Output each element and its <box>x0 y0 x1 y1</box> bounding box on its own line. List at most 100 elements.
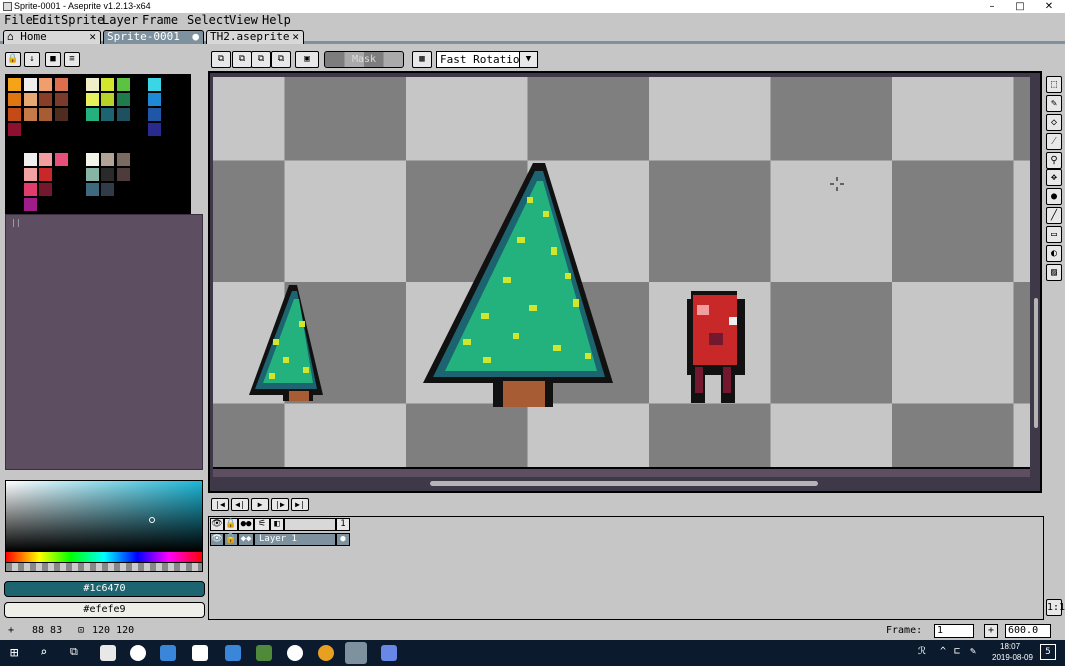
palette-swatch[interactable] <box>23 78 37 91</box>
palette-swatch[interactable] <box>39 108 52 121</box>
tab-home[interactable]: ⌂ Home ✕ <box>3 30 101 44</box>
horizontal-scrollbar[interactable] <box>430 481 818 486</box>
palette-swatch[interactable] <box>23 153 37 166</box>
last-frame-icon[interactable]: ▶| <box>291 498 309 511</box>
palette-swatch[interactable] <box>23 93 37 106</box>
sort-icon[interactable]: ↓ <box>24 52 40 67</box>
palette-swatch[interactable] <box>39 78 52 91</box>
selection-mode-replace-icon[interactable]: ⧉ <box>211 51 231 68</box>
resize-grip-icon[interactable]: || <box>11 218 21 227</box>
close-button[interactable]: ✕ <box>1035 0 1063 13</box>
rectangle-icon[interactable]: ▭ <box>1046 226 1062 243</box>
palette-swatch[interactable] <box>116 168 130 181</box>
maximize-button[interactable]: □ <box>1006 0 1034 13</box>
foreground-color[interactable]: #1c6470 <box>4 581 205 597</box>
store-icon[interactable] <box>100 645 116 661</box>
picker-cursor[interactable] <box>149 517 155 523</box>
background-color[interactable]: #efefe9 <box>4 602 205 618</box>
palette-grid[interactable] <box>5 74 191 214</box>
network-icon[interactable]: ⊏ <box>954 646 960 657</box>
pen-icon[interactable]: ✎ <box>970 646 976 657</box>
palette-swatch[interactable] <box>54 93 68 106</box>
tab-home-close-icon[interactable]: ✕ <box>89 31 96 43</box>
palette-swatch[interactable] <box>85 153 99 166</box>
palette-swatch[interactable] <box>116 153 130 166</box>
palette-swatch[interactable] <box>54 78 68 91</box>
palette-swatch[interactable] <box>23 108 37 121</box>
palette-swatch[interactable] <box>39 93 52 106</box>
palette-swatch[interactable] <box>8 93 21 106</box>
palette-swatch[interactable] <box>23 183 37 196</box>
menu-file[interactable]: File <box>4 13 33 28</box>
paint-bucket-icon[interactable]: ● <box>1046 188 1062 205</box>
palette-swatch[interactable] <box>23 168 37 181</box>
layer-visible-icon[interactable]: 👁 <box>210 533 224 546</box>
contour-icon[interactable]: ◐ <box>1046 245 1062 262</box>
menu-view[interactable]: View <box>229 13 258 28</box>
sprite-canvas[interactable] <box>213 77 1030 467</box>
palette-swatch[interactable] <box>85 183 99 196</box>
mail-icon[interactable] <box>192 645 208 661</box>
next-frame-icon[interactable]: |▶ <box>271 498 289 511</box>
task-view-icon[interactable]: ⧉ <box>70 645 86 661</box>
palette-swatch[interactable] <box>101 93 114 106</box>
vertical-scrollbar[interactable] <box>1034 298 1038 428</box>
frame-input[interactable]: 1 <box>934 624 974 638</box>
notification-icon[interactable]: 5 <box>1040 644 1056 660</box>
palette-swatch[interactable] <box>85 168 99 181</box>
line-icon[interactable]: ╱ <box>1046 207 1062 224</box>
tab-th2-close-icon[interactable]: ✕ <box>292 31 299 43</box>
play-icon[interactable]: ▶ <box>251 498 269 511</box>
menu-lines-icon[interactable]: ≡ <box>64 52 80 67</box>
menu-sprite[interactable]: Sprite <box>61 13 104 28</box>
selection-mode-intersect-icon[interactable]: ⧉ <box>271 51 291 68</box>
palette-swatch[interactable] <box>116 78 130 91</box>
palette-swatch[interactable] <box>116 93 130 106</box>
selection-mode-add-icon[interactable]: ⧉ <box>232 51 252 68</box>
layer-options-icon[interactable]: ⚟ <box>254 518 270 531</box>
first-frame-icon[interactable]: |◀ <box>211 498 229 511</box>
palette-swatch[interactable] <box>85 78 99 91</box>
windows-start-icon[interactable]: ⊞ <box>10 645 26 661</box>
menu-help[interactable]: Help <box>262 13 291 28</box>
palette-swatch[interactable] <box>101 183 114 196</box>
people-icon[interactable]: ℛ <box>918 646 926 657</box>
palette-swatch[interactable] <box>101 168 114 181</box>
menu-frame[interactable]: Frame <box>142 13 178 28</box>
layer-continuous-icon[interactable]: ◆◆ <box>238 533 254 546</box>
menu-select[interactable]: Select <box>187 13 230 28</box>
eyedropper-icon[interactable]: ⁄ <box>1046 133 1062 150</box>
lock-icon[interactable]: 🔒 <box>5 52 21 67</box>
palette-swatch[interactable] <box>147 93 161 106</box>
palette-square-icon[interactable]: ■ <box>45 52 61 67</box>
palette-swatch[interactable] <box>54 153 68 166</box>
tab-th2[interactable]: TH2.aseprite ✕ <box>206 30 304 44</box>
discord-icon[interactable] <box>381 645 397 661</box>
tab-sprite-0001[interactable]: Sprite-0001 ● <box>103 30 204 44</box>
selection-mode-subtract-icon[interactable]: ⧉ <box>251 51 271 68</box>
globe-icon[interactable] <box>287 645 303 661</box>
palette-swatch[interactable] <box>23 198 37 211</box>
onion-skin-icon[interactable]: ◧ <box>270 518 284 531</box>
palette-swatch[interactable] <box>85 108 99 121</box>
add-frame-button[interactable]: + <box>984 624 998 638</box>
palette-swatch[interactable] <box>8 108 21 121</box>
search-icon[interactable]: ⌕ <box>40 645 56 661</box>
palette-swatch[interactable] <box>8 123 21 136</box>
palette-swatch[interactable] <box>101 108 114 121</box>
rotation-algorithm-select[interactable]: Fast Rotation ▼ <box>436 51 538 68</box>
steam-icon[interactable] <box>130 645 146 661</box>
mask-color-button[interactable]: Mask <box>324 51 404 68</box>
hue-slider[interactable] <box>5 552 203 562</box>
zoom-reset-button[interactable]: 1:1 <box>1046 599 1065 616</box>
palette-swatch[interactable] <box>147 78 161 91</box>
zoom-icon[interactable]: ⚲ <box>1046 152 1062 169</box>
palette-swatch[interactable] <box>54 108 68 121</box>
minimize-button[interactable]: – <box>978 0 1006 13</box>
eraser-icon[interactable]: ◇ <box>1046 114 1062 131</box>
alpha-slider[interactable] <box>5 562 203 572</box>
chevron-down-icon[interactable]: ▼ <box>519 52 537 67</box>
frame-header-1[interactable]: 1 <box>336 518 350 531</box>
minecraft-icon[interactable] <box>256 645 272 661</box>
eye-icon[interactable]: 👁 <box>210 518 224 531</box>
